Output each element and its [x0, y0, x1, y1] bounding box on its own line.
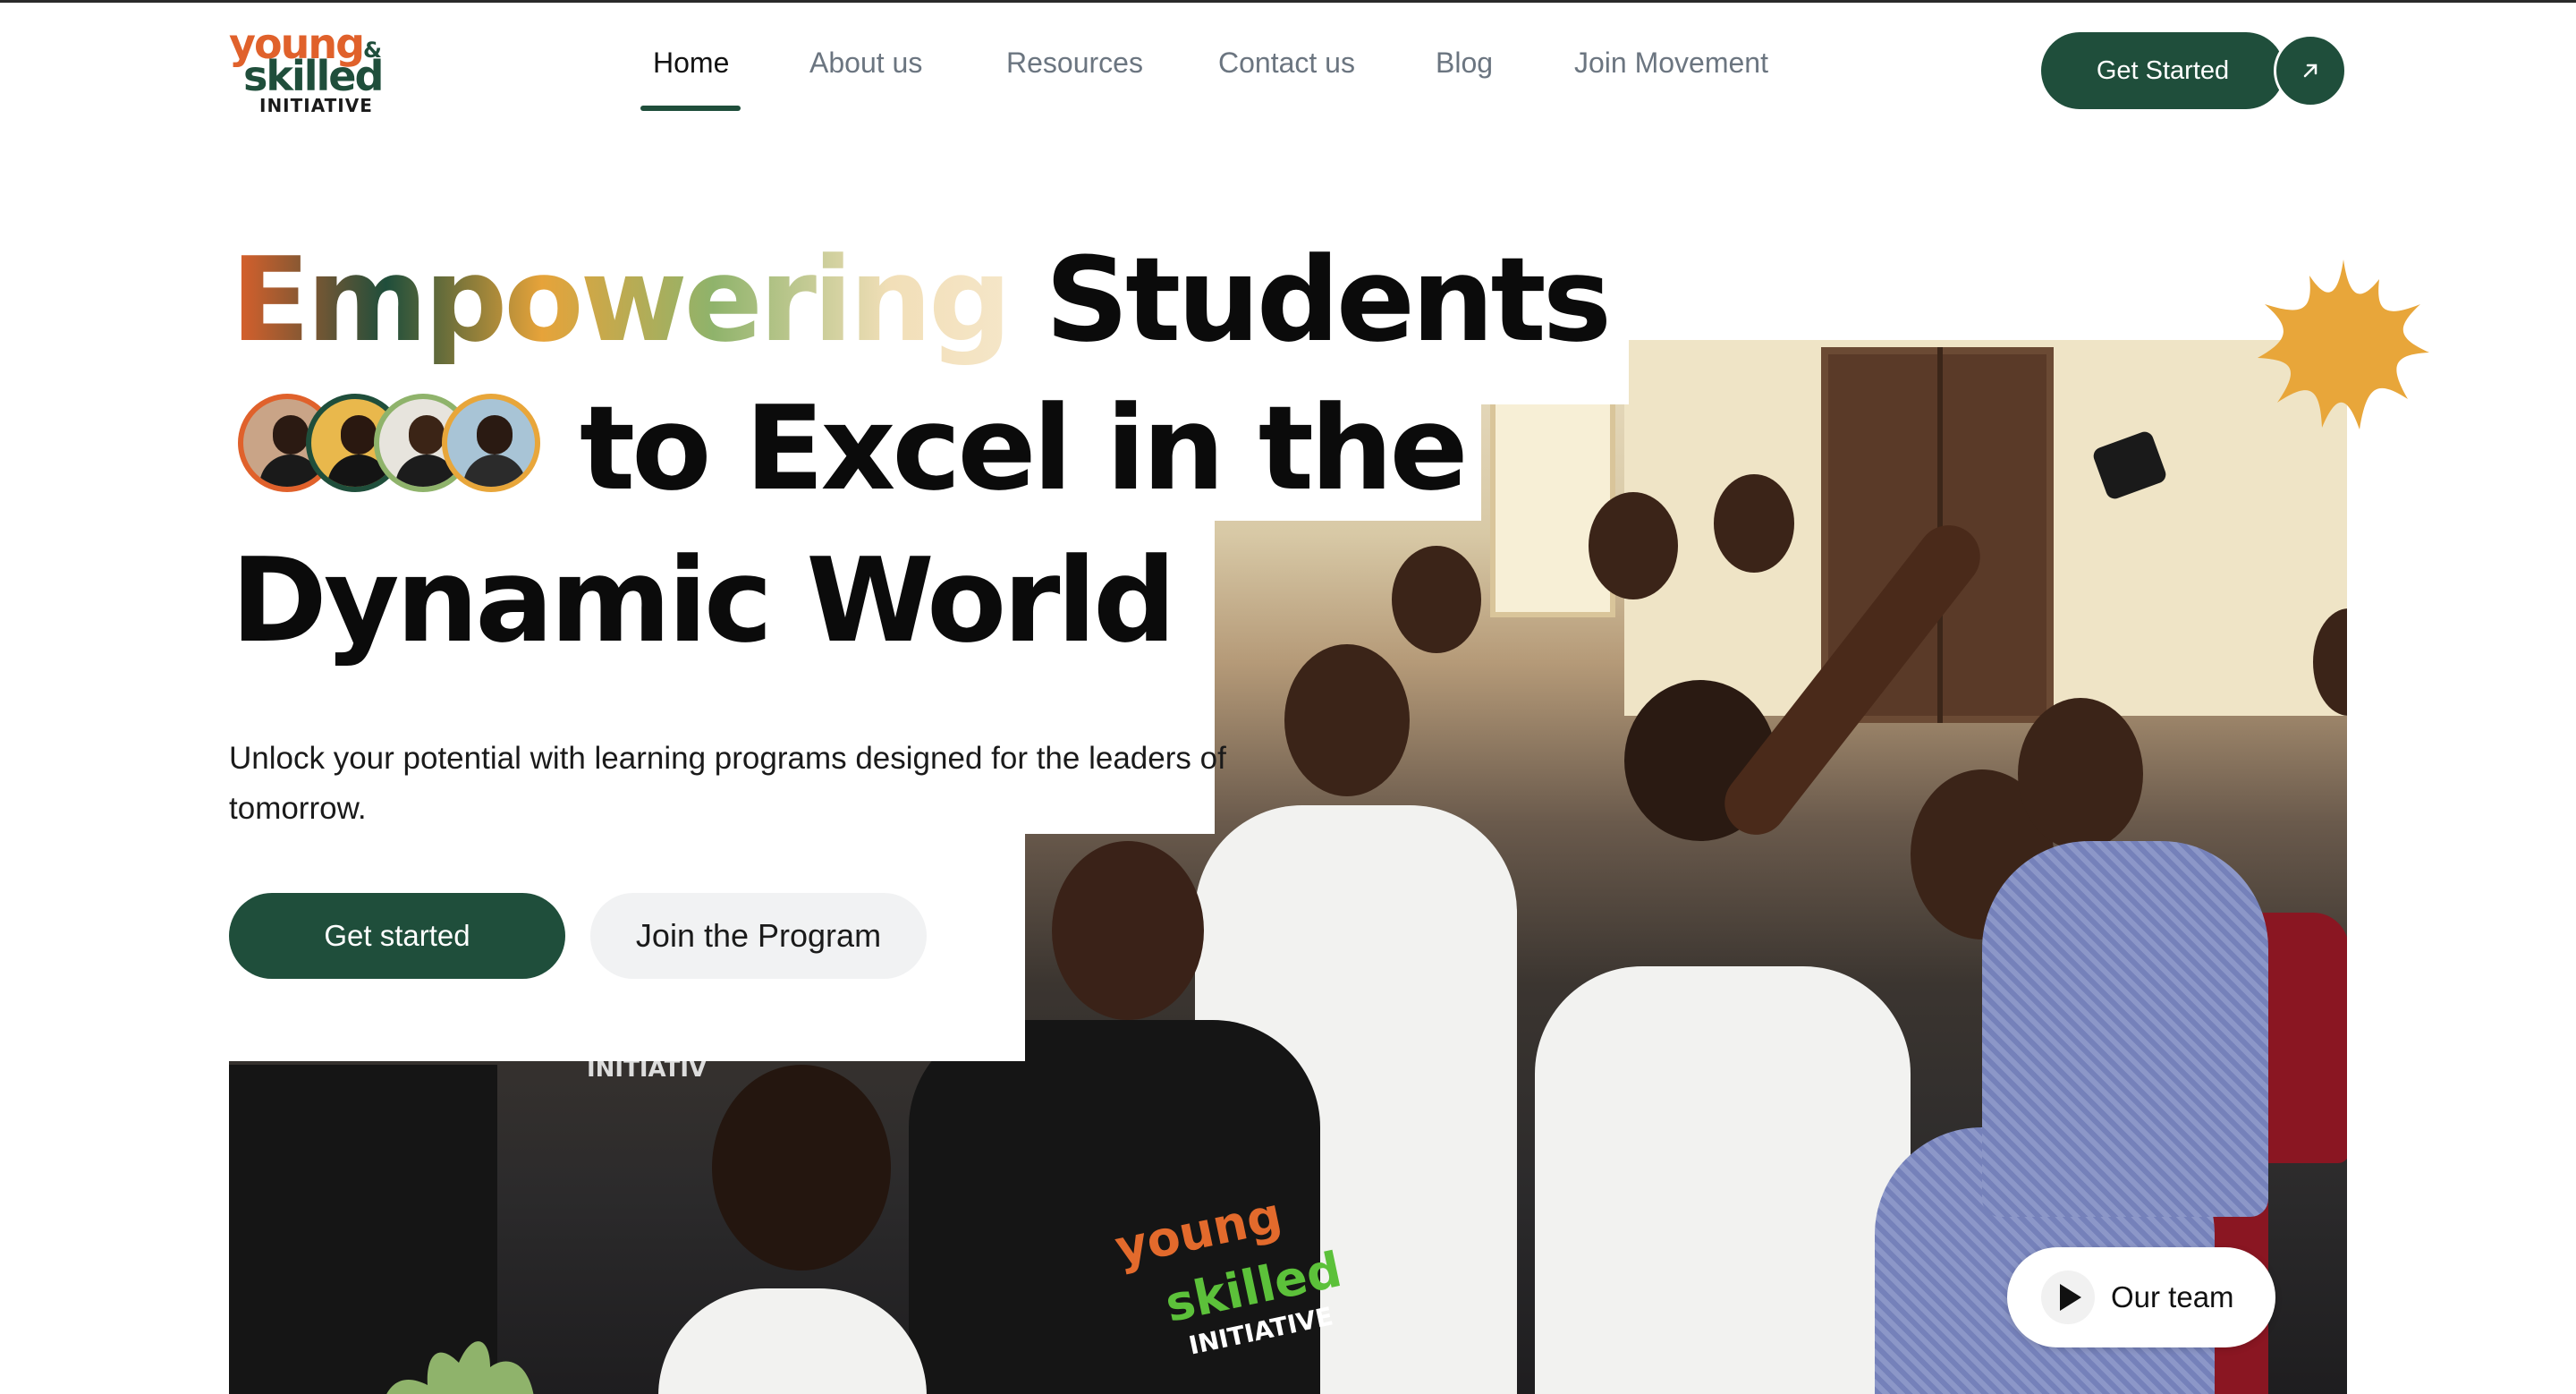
photo-person-head: [1052, 841, 1204, 1020]
photo-person-head: [1392, 546, 1481, 653]
headline-students-word: Students: [1045, 232, 1612, 368]
sparkle-blob-icon: [386, 1341, 534, 1394]
avatar-group: [238, 394, 542, 494]
nav-item-contact-us[interactable]: Contact us: [1218, 47, 1355, 80]
get-started-primary-button[interactable]: Get started: [229, 893, 565, 979]
photo-person-head: [712, 1065, 891, 1271]
photo-person-head: [2018, 698, 2143, 850]
nav-item-home[interactable]: Home: [653, 47, 729, 80]
our-team-label: Our team: [2111, 1280, 2234, 1313]
nav-item-blog[interactable]: Blog: [1436, 47, 1493, 80]
headline-highlight-word: Empowering: [231, 232, 1012, 368]
photo-person-shirt: [1982, 841, 2268, 1217]
join-program-button[interactable]: Join the Program: [590, 893, 927, 979]
logo-line-initiative: INITIATIVE: [259, 95, 373, 116]
hero-subtitle: Unlock your potential with learning prog…: [229, 741, 1226, 826]
hero-headline-line-3: Dynamic World: [231, 532, 1176, 668]
hero-headline-line-1: Empowering Students: [231, 242, 1612, 358]
photo-window: [1490, 394, 1615, 617]
photo-person-shirt: [658, 1288, 927, 1394]
nav-item-about-us[interactable]: About us: [809, 47, 922, 80]
logo[interactable]: young & skilled INITIATIVE: [227, 23, 388, 116]
arrow-up-right-icon[interactable]: [2274, 34, 2347, 107]
photo-person-head: [1284, 644, 1410, 796]
nav-active-indicator: [640, 106, 741, 111]
header-get-started[interactable]: Get Started: [2041, 32, 2347, 109]
photo-person-shirt: [1535, 966, 1911, 1394]
hero-headline-line-2: to Excel in the: [580, 380, 1469, 516]
get-started-button[interactable]: Get Started: [2041, 32, 2284, 109]
photo-person-head: [1589, 492, 1678, 599]
play-icon: [2041, 1271, 2095, 1324]
photo-banner-text: INITIATIV: [587, 1056, 708, 1083]
our-team-button[interactable]: Our team: [2007, 1247, 2275, 1347]
nav-item-resources[interactable]: Resources: [1006, 47, 1143, 80]
nav-item-join-movement[interactable]: Join Movement: [1574, 47, 1768, 80]
photo-person-head: [1714, 474, 1794, 573]
top-border: [0, 0, 2576, 3]
logo-line-skilled: skilled: [243, 52, 384, 100]
avatar: [442, 394, 540, 492]
sparkle-star-icon: [2258, 259, 2429, 429]
